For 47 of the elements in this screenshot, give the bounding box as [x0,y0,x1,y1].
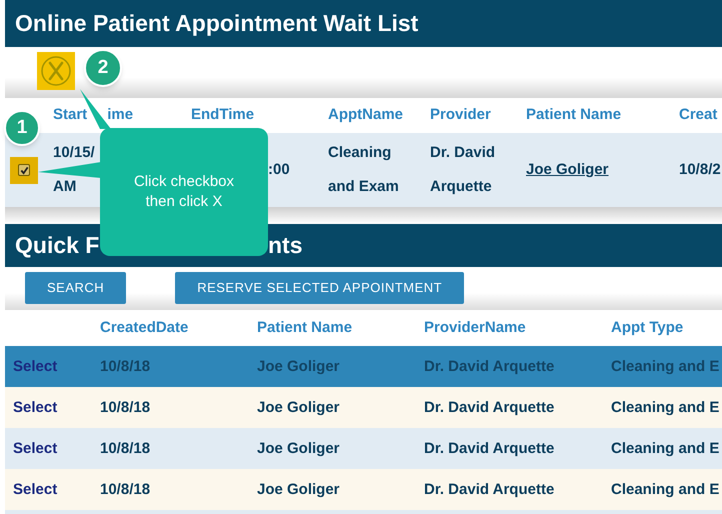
column-header: Start [53,105,88,126]
table-cell: 10/8/18 [100,480,150,498]
table-cell: 10/8/18 [100,398,150,416]
section-title: Quick F [15,231,100,260]
checkbox[interactable] [18,164,30,176]
table-cell-text: Cleaning and Exam [328,143,399,197]
select-link[interactable]: Select [13,480,58,498]
action-button[interactable]: RESERVE SELECTED APPOINTMENT [175,272,464,304]
callout-text: Click checkbox then click X [132,172,236,212]
column-header: Creat [679,105,718,126]
table-cell: Dr. David Arquette [424,440,554,456]
select-link[interactable]: Select [13,440,58,456]
table-cell: Joe Goliger [257,480,340,498]
column-header: Appt Type [611,319,684,336]
table-cell: Joe Goliger [257,398,340,416]
action-button[interactable]: SEARCH [25,272,126,304]
table-row[interactable]: Select 10/8/18 Joe Goliger Dr. David Arquette Cleaning and E [5,428,722,469]
column-header: ProviderName [424,319,526,336]
column-header: ime [107,105,134,126]
column-header: EndTime [191,105,254,126]
table-cell: Cleaning and E [611,398,720,416]
column-header: ApptName [328,105,404,126]
column-header: Patient Name [526,105,622,126]
table-cell: Joe Goliger [257,358,340,374]
column-header: Provider [430,105,491,126]
select-link[interactable]: Select [13,398,58,416]
section-title: nts [268,231,302,260]
close-circle-icon [40,55,72,87]
table-cell: 10/8/18 [100,358,150,374]
table-cell: Cleaning and E [611,440,720,456]
patient-link[interactable]: Joe Goliger [526,153,609,187]
table-cell-text: :00 [268,160,290,180]
table-cell: Cleaning and E [611,480,720,498]
table-cell-text: Dr. David Arquette [430,143,496,197]
table-cell-text: 10/15/ AM [53,143,95,197]
table-cell: 10/8/18 [100,440,150,456]
column-header: CreatedDate [100,319,188,336]
page-title: Online Patient Appointment Wait List [15,9,418,38]
table-cell: Cleaning and E [611,358,720,374]
table-cell-text: 10/8/2 [679,160,721,180]
table-cell: Dr. David Arquette [424,480,554,498]
table-cell: Joe Goliger [257,440,340,456]
table-row[interactable]: Select 10/8/18 Joe Goliger Dr. David Arquette Cleaning and E [5,469,722,510]
column-header: Patient Name [257,319,352,336]
table-row[interactable]: Select 10/8/18 Joe Goliger Dr. David Arquette Cleaning and E [5,387,722,428]
table-cell: Dr. David Arquette [424,358,554,374]
table-cell: Dr. David Arquette [424,398,554,416]
